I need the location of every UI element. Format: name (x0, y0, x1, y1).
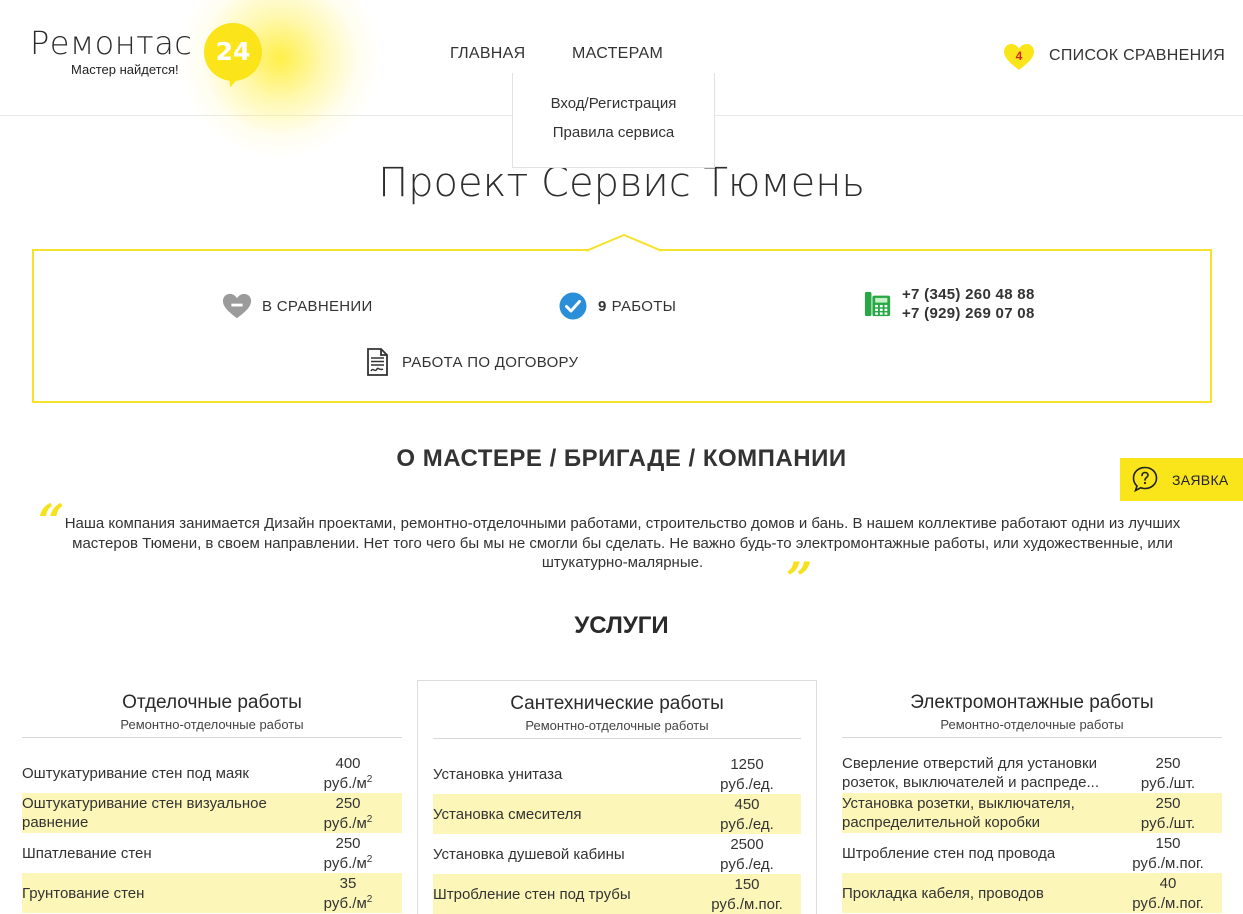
divider (842, 737, 1222, 738)
service-price: 1250 руб./ед. (720, 756, 774, 793)
phone-numbers: +7 (345) 260 48 88 +7 (929) 269 07 08 (902, 285, 1035, 323)
service-column-title: Сантехнические работы (510, 693, 724, 714)
about-title: О МАСТЕРЕ / БРИГАДЕ / КОМПАНИИ (396, 445, 847, 472)
service-price: 450 руб./ед. (720, 796, 774, 833)
service-row: Штробление стен под трубы 150 руб./м.пог. (433, 874, 801, 914)
service-row: Штробление стен под провода 150 руб./м.по… (842, 833, 1222, 873)
service-row: Оштукатуривание стен под маяк 400 руб./м2 (22, 753, 402, 793)
works-count: 9 РАБОТЫ (558, 291, 676, 321)
in-compare-label: В СРАВНЕНИИ (262, 297, 373, 315)
service-price: 35 руб./м2 (323, 875, 373, 912)
divider (433, 738, 801, 739)
service-row: Установка душевой кабины 2500 руб./ед. (433, 834, 801, 874)
service-column-title: Отделочные работы (122, 692, 302, 713)
service-row: Грунтование стен 35 руб./м2 (22, 873, 402, 913)
service-name: Установка смесителя (433, 805, 582, 823)
contract-label: РАБОТА ПО ДОГОВОРУ (402, 353, 579, 371)
service-name: Сверление отверстий для установки розето… (842, 755, 1099, 791)
request-button-label: ЗАЯВКА (1172, 472, 1229, 488)
contract-work: РАБОТА ПО ДОГОВОРУ (362, 347, 578, 377)
document-icon (367, 348, 388, 376)
service-column-electrical: Электромонтажные работы Ремонтно-отделоч… (832, 680, 1232, 914)
service-name: Установка розетки, выключателя, распреде… (842, 795, 1075, 831)
logo-tagline: Мастер найдется! (71, 62, 179, 77)
quote-close-icon: ” (786, 552, 813, 606)
service-price: 150 руб./м.пог. (1132, 835, 1204, 872)
service-row: Прокладка кабеля, проводов 40 руб./м.пог. (842, 873, 1222, 913)
phone-block: +7 (345) 260 48 88 +7 (929) 269 07 08 (864, 285, 1035, 323)
service-name: Оштукатуривание стен визуальное равнение (22, 795, 267, 831)
masters-dropdown: Вход/Регистрация Правила сервиса (512, 73, 715, 168)
service-name: Прокладка кабеля, проводов (842, 884, 1044, 902)
compare-list-label: СПИСОК СРАВНЕНИЯ (1049, 47, 1226, 64)
phone-number-2[interactable]: +7 (929) 269 07 08 (902, 304, 1035, 323)
about-text: Наша компания занимается Дизайн проектам… (64, 515, 1181, 571)
phone-icon (864, 291, 891, 317)
service-price: 250 руб./м2 (323, 795, 373, 832)
service-row: Шпатлевание стен 250 руб./м2 (22, 833, 402, 873)
in-compare-toggle[interactable]: В СРАВНЕНИИ (222, 291, 373, 321)
service-price: 250 руб./м2 (323, 835, 373, 872)
divider (22, 737, 402, 738)
works-number: 9 (598, 297, 607, 315)
logo-number-bubble: 24 (204, 23, 262, 81)
works-label: РАБОТЫ (611, 297, 677, 315)
service-name: Шпатлевание стен (22, 844, 152, 862)
heart-minus-icon (222, 293, 252, 319)
checkmark-icon (559, 292, 587, 320)
service-row: Установка смесителя 450 руб./ед. (433, 794, 801, 834)
service-column-subtitle: Ремонтно-отделочные работы (525, 718, 709, 733)
info-box-notch (586, 234, 662, 252)
phone-number-1[interactable]: +7 (345) 260 48 88 (902, 285, 1035, 304)
service-column-subtitle: Ремонтно-отделочные работы (940, 717, 1124, 732)
service-price: 250 руб./шт. (1140, 755, 1196, 792)
logo-name: Ремонтас (30, 24, 193, 62)
service-column-title: Электромонтажные работы (910, 692, 1154, 713)
service-name: Штробление стен под провода (842, 844, 1056, 862)
question-bubble-icon (1132, 466, 1158, 492)
service-name: Оштукатуривание стен под маяк (22, 764, 249, 782)
service-price: 400 руб./м2 (323, 755, 373, 792)
service-column-plumbing: Сантехнические работы Ремонтно-отделочны… (417, 680, 817, 914)
service-price: 40 руб./м.пог. (1132, 875, 1204, 912)
service-price: 250 руб./шт. (1140, 795, 1196, 832)
logo-glow (180, 0, 380, 158)
service-price: 2500 руб./ед. (720, 836, 774, 873)
dropdown-item-rules[interactable]: Правила сервиса (513, 124, 714, 141)
nav-item-main[interactable]: ГЛАВНАЯ (450, 45, 526, 63)
services-title: УСЛУГИ (574, 612, 669, 639)
service-name: Установка душевой кабины (433, 845, 625, 863)
service-column-finishing: Отделочные работы Ремонтно-отделочные ра… (12, 680, 412, 914)
service-name: Грунтование стен (22, 884, 145, 902)
service-row: Оштукатуривание стен визуальное равнение… (22, 793, 402, 833)
service-price: 150 руб./м.пог. (711, 876, 783, 913)
service-column-subtitle: Ремонтно-отделочные работы (120, 717, 304, 732)
master-info-box: В СРАВНЕНИИ 9 РАБОТЫ +7 (345) 260 48 88 … (32, 234, 1212, 403)
site-logo[interactable]: Ремонтас Мастер найдется! 24 (30, 0, 380, 158)
service-name: Установка унитаза (433, 765, 563, 783)
service-row: Сверление отверстий для установки розето… (842, 753, 1222, 793)
request-button[interactable]: ЗАЯВКА (1120, 458, 1243, 501)
compare-count-badge: 4 (1015, 49, 1023, 63)
dropdown-item-login[interactable]: Вход/Регистрация (513, 95, 714, 112)
nav-item-masters[interactable]: МАСТЕРАМ (572, 45, 663, 63)
service-row: Установка унитаза 1250 руб./ед. (433, 754, 801, 794)
service-row: Установка розетки, выключателя, распреде… (842, 793, 1222, 833)
service-name: Штробление стен под трубы (433, 885, 631, 903)
